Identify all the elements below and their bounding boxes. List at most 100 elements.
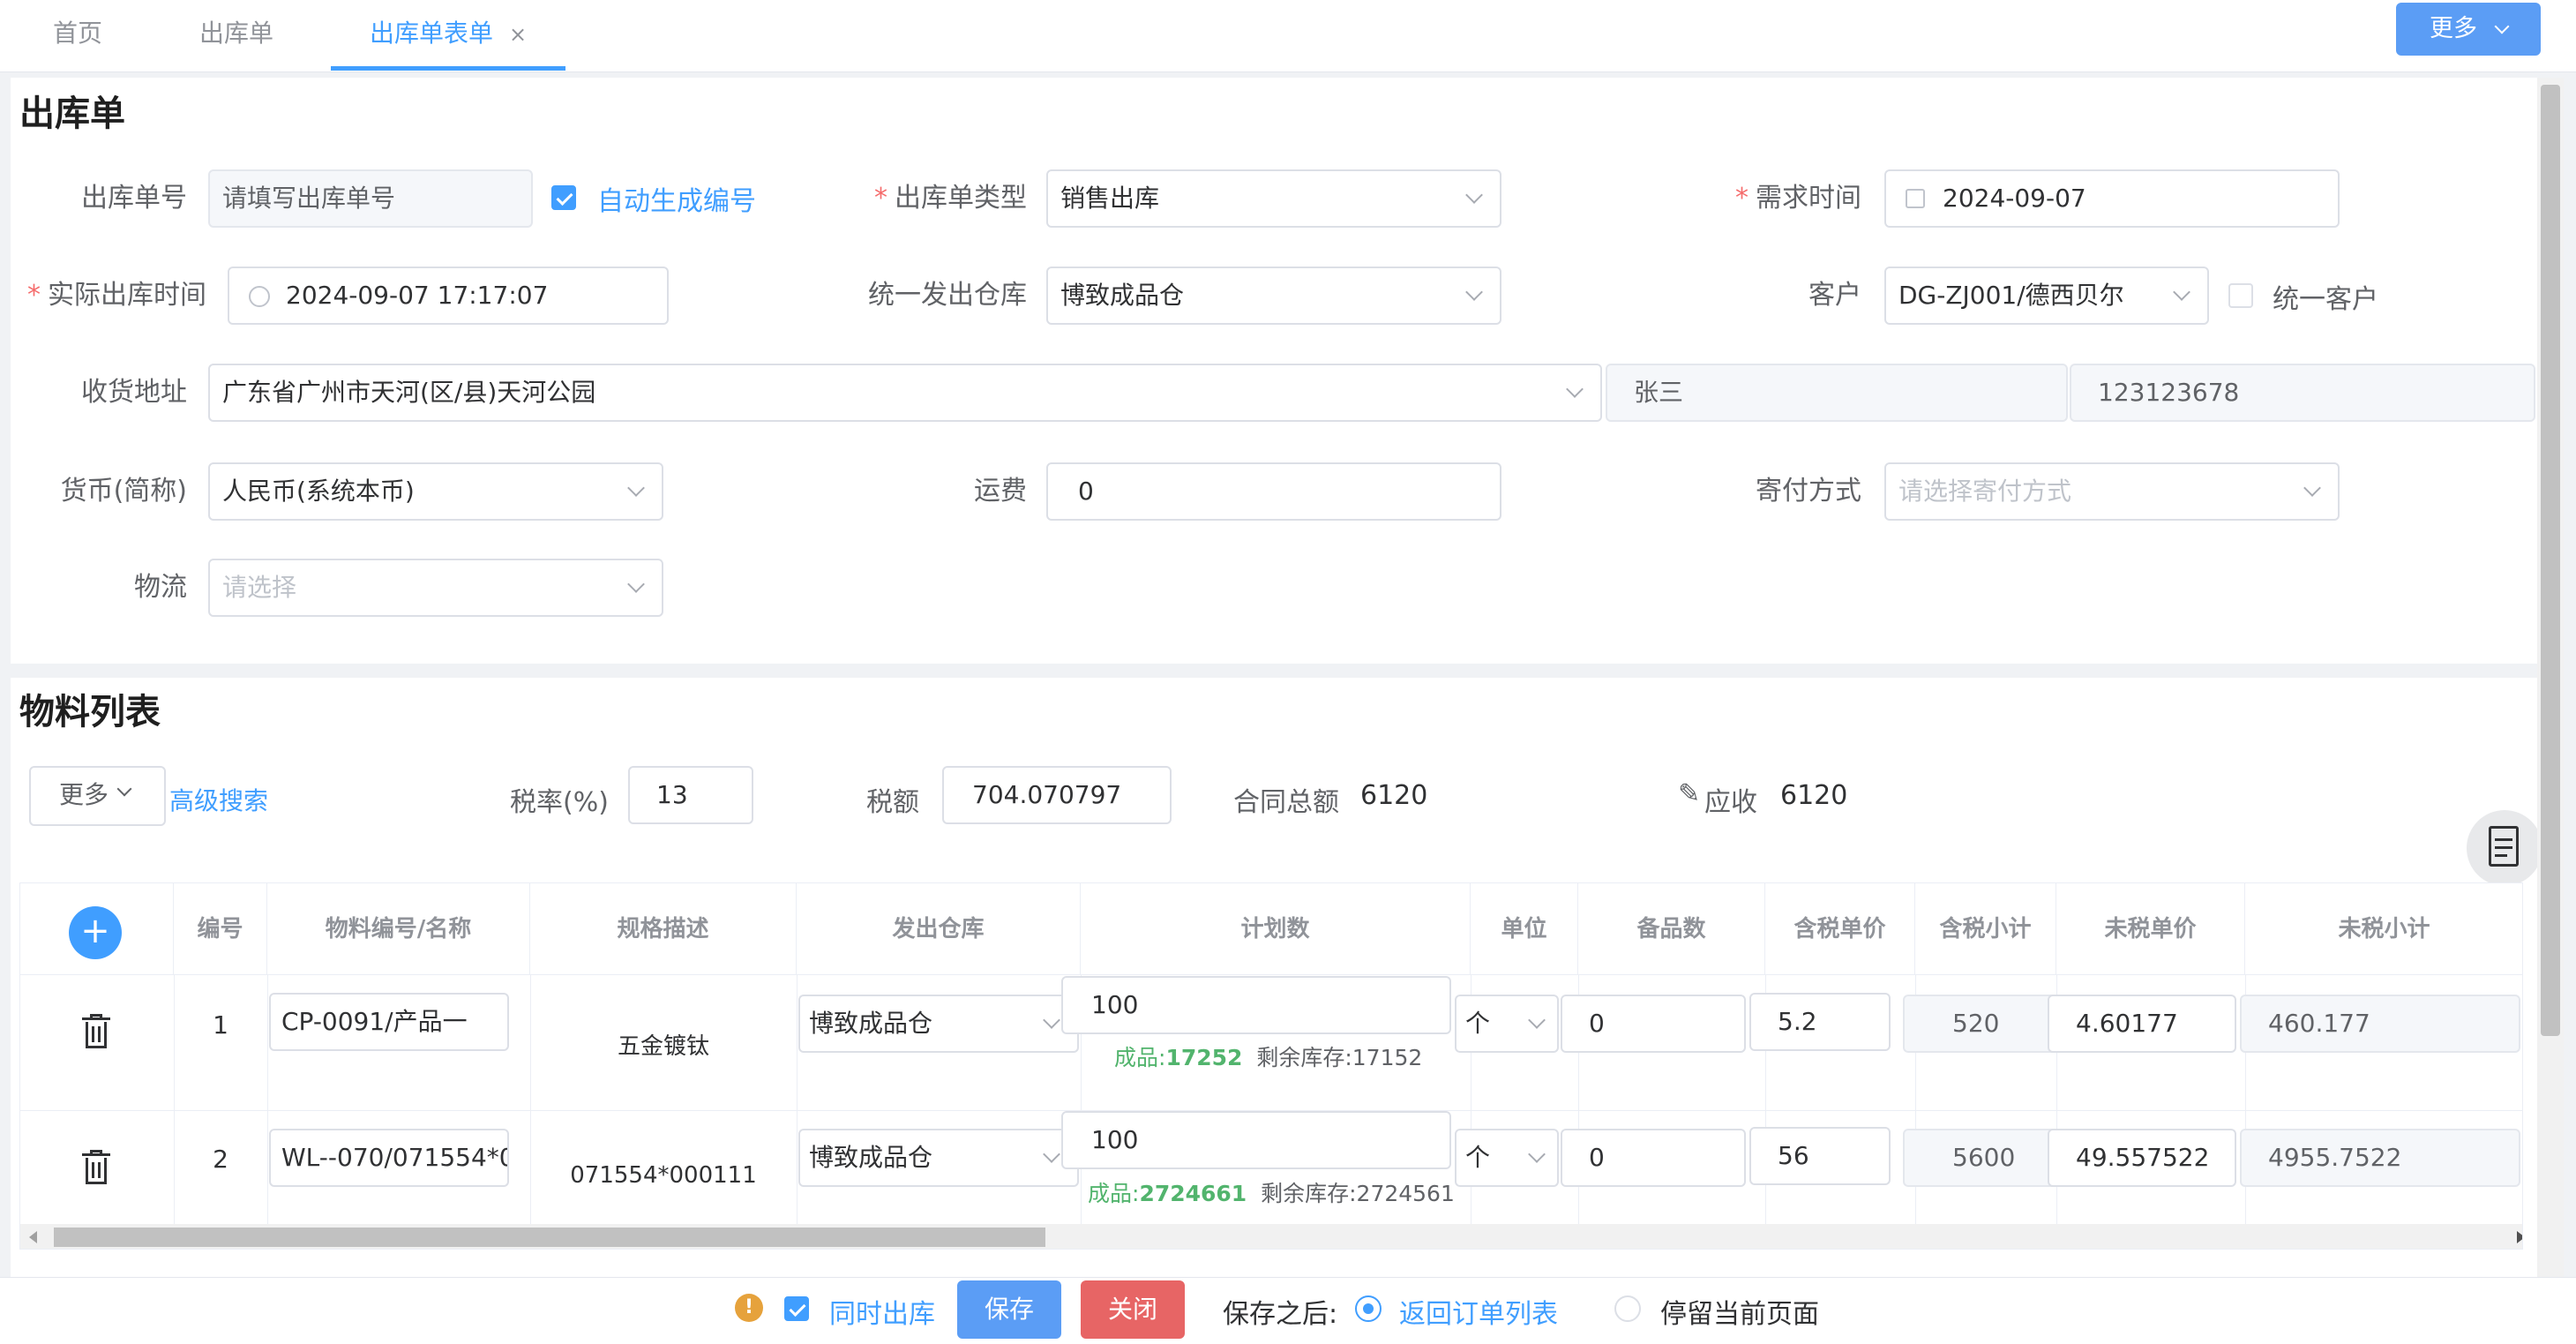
notax-price-input[interactable]: 49.557522 [2048, 1129, 2236, 1187]
row-no: 1 [213, 1010, 228, 1040]
order-type-label: 出库单类型 [895, 183, 1027, 214]
demand-time-input[interactable]: 2024-09-07 [1884, 169, 2340, 228]
tax-price-input[interactable]: 56 [1749, 1127, 1891, 1185]
chevron-down-icon [1043, 1145, 1060, 1163]
also-out-checkbox[interactable] [784, 1296, 809, 1321]
scroll-left-icon[interactable] [29, 1231, 37, 1243]
chevron-down-icon [627, 479, 645, 497]
trash-icon[interactable] [79, 1150, 114, 1185]
document-icon[interactable] [2467, 810, 2542, 886]
spec-text: 071554*000111 [570, 1162, 757, 1189]
clock-icon [249, 286, 270, 307]
spare-qty-input[interactable]: 0 [1561, 995, 1746, 1053]
actual-time-input[interactable]: 2024-09-07 17:17:07 [228, 267, 669, 325]
advanced-search-link[interactable]: 高级搜索 [169, 782, 268, 817]
tax-amount-label: 税额 [866, 787, 919, 818]
horizontal-scrollbar[interactable] [20, 1224, 2522, 1249]
unit-select[interactable]: 个 [1455, 1129, 1559, 1187]
close-icon[interactable]: × [509, 22, 527, 47]
contract-total-value: 6120 [1360, 780, 1428, 811]
col-header-notax-subtotal: 未税小计 [2245, 883, 2522, 975]
form-title: 出库单 [19, 94, 125, 134]
stay-page-label: 停留当前页面 [1660, 1299, 1819, 1330]
tax-subtotal-input[interactable]: 520 [1903, 995, 2063, 1053]
chevron-down-icon [1528, 1145, 1546, 1163]
row-warehouse-select[interactable]: 博致成品仓 [798, 1129, 1079, 1187]
more-button[interactable]: 更多 [2396, 3, 2541, 56]
chevron-down-icon [627, 575, 645, 593]
unit-select[interactable]: 个 [1455, 995, 1559, 1053]
customer-label: 客户 [1808, 280, 1861, 311]
materials-more-dropdown[interactable]: 更多 [29, 766, 166, 826]
row-warehouse-select[interactable]: 博致成品仓 [798, 995, 1079, 1053]
chevron-down-icon [1528, 1011, 1546, 1029]
chevron-down-icon [2303, 479, 2321, 497]
chevron-down-icon [1043, 1011, 1060, 1029]
notax-subtotal-input[interactable]: 4955.7522 [2240, 1129, 2520, 1187]
actual-time-label: 实际出库时间 [48, 280, 206, 311]
currency-select[interactable]: 人民币(系统本币) [208, 462, 663, 521]
trash-icon[interactable] [79, 1014, 114, 1049]
notax-subtotal-input[interactable]: 460.177 [2240, 995, 2520, 1053]
save-button[interactable]: 保存 [957, 1280, 1061, 1339]
tab-outbound-form[interactable]: 出库单表单 × [331, 0, 566, 71]
phone-input[interactable]: 123123678 [2070, 364, 2535, 422]
col-header-tax-subtotal: 含税小计 [1915, 883, 2056, 975]
auto-gen-checkbox[interactable] [551, 185, 576, 210]
col-header-tax-price: 含税单价 [1765, 883, 1915, 975]
tax-price-input[interactable]: 5.2 [1749, 993, 1891, 1051]
tax-rate-label: 税率(%) [510, 787, 609, 818]
customer-select[interactable]: DG-ZJ001/德西贝尔 [1884, 267, 2209, 325]
spare-qty-input[interactable]: 0 [1561, 1129, 1746, 1187]
col-header-warehouse: 发出仓库 [797, 883, 1081, 975]
materials-title: 物料列表 [19, 692, 161, 732]
warehouse-select[interactable]: 博致成品仓 [1046, 267, 1501, 325]
freight-input[interactable]: 0 [1046, 462, 1501, 521]
contact-input[interactable]: 张三 [1606, 364, 2068, 422]
after-save-label: 保存之后: [1223, 1299, 1338, 1330]
unify-customer-checkbox[interactable] [2228, 283, 2253, 308]
logistics-select[interactable]: 请选择 [208, 559, 663, 617]
col-header-plan: 计划数 [1081, 883, 1471, 975]
chevron-down-icon [2494, 19, 2510, 34]
scrollbar-thumb[interactable] [54, 1228, 1045, 1247]
tab-bar: 首页 出库单 出库单表单 × 更多 [0, 0, 2576, 72]
receivable-label: 应收 [1704, 787, 1757, 818]
tax-subtotal-input[interactable]: 5600 [1903, 1129, 2063, 1187]
col-header-spec: 规格描述 [530, 883, 797, 975]
col-header-material: 物料编号/名称 [267, 883, 530, 975]
tab-outbound-list[interactable]: 出库单 [199, 0, 273, 71]
materials-table: + 编号 物料编号/名称 规格描述 发出仓库 计划数 单位 备品数 含税单价 含… [19, 882, 2523, 1250]
demand-time-label: 需求时间 [1756, 183, 1861, 214]
currency-label: 货币(简称) [60, 476, 187, 507]
chevron-down-icon [1465, 186, 1483, 204]
order-no-input[interactable]: 请填写出库单号 [208, 169, 533, 228]
return-list-radio[interactable] [1355, 1295, 1382, 1322]
freight-label: 运费 [974, 476, 1027, 507]
material-code-input[interactable]: CP-0091/产品一 [269, 993, 509, 1051]
col-header-no: 编号 [174, 883, 267, 975]
stay-page-radio[interactable] [1614, 1295, 1641, 1322]
vertical-scrollbar[interactable] [2537, 78, 2564, 1277]
chevron-down-icon [1566, 380, 1584, 398]
plan-qty-input[interactable]: 100 [1061, 1111, 1451, 1169]
scroll-right-icon[interactable] [2517, 1231, 2522, 1243]
order-type-select[interactable]: 销售出库 [1046, 169, 1501, 228]
tax-amount-input[interactable]: 704.070797 [942, 766, 1172, 824]
calendar-icon [1906, 189, 1925, 208]
close-button[interactable]: 关闭 [1081, 1280, 1185, 1339]
tax-rate-input[interactable]: 13 [628, 766, 753, 824]
plan-qty-input[interactable]: 100 [1061, 976, 1451, 1034]
delivery-select[interactable]: 请选择寄付方式 [1884, 462, 2340, 521]
material-code-input[interactable]: WL--070/071554*000111 [269, 1129, 509, 1187]
edit-icon[interactable]: ✎ [1678, 778, 1700, 809]
scrollbar-thumb[interactable] [2541, 85, 2560, 1036]
logistics-label: 物流 [134, 572, 187, 603]
address-select[interactable]: 广东省广州市天河(区/县)天河公园 [208, 364, 1602, 422]
return-list-label: 返回订单列表 [1399, 1299, 1558, 1330]
contract-total-label: 合同总额 [1233, 787, 1339, 818]
address-label: 收货地址 [81, 377, 187, 408]
order-no-label: 出库单号 [81, 183, 187, 214]
tab-home[interactable]: 首页 [53, 0, 102, 71]
notax-price-input[interactable]: 4.60177 [2048, 995, 2236, 1053]
